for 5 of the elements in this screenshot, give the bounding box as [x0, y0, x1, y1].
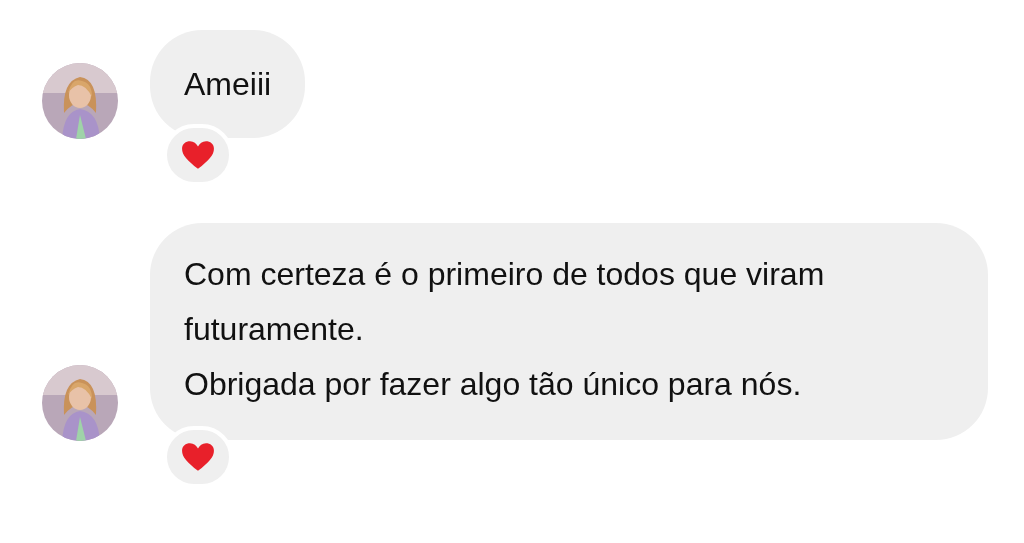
heart-icon	[181, 140, 215, 170]
message-text: Ameiii	[184, 65, 272, 104]
heart-icon	[181, 442, 215, 472]
message-text: Com certeza é o primeiro de todos que viram futuramente.	[184, 255, 826, 349]
message-text: Obrigada por fazer algo tão único para nós.	[184, 365, 803, 404]
